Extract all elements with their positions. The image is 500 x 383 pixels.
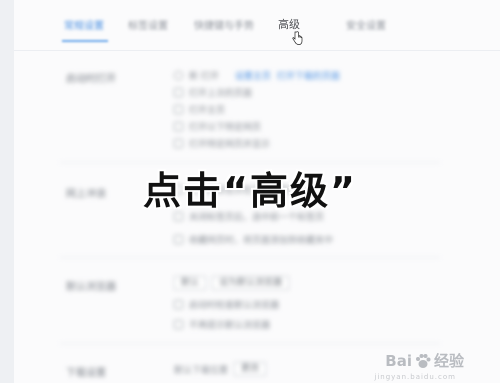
tutorial-caption: 点击“高级”: [143, 169, 357, 213]
checkbox[interactable]: [174, 122, 183, 131]
option-row[interactable]: 打开上次的页面: [174, 86, 252, 99]
option-label: 收藏网页时，将页面添加到收藏夹中: [189, 236, 334, 246]
download-path-value: 默认下载位置: [174, 365, 229, 376]
watermark-brand: Bai: [385, 351, 412, 370]
radio-button[interactable]: [174, 71, 183, 80]
tab-security[interactable]: 安全设置: [346, 17, 386, 32]
checkbox[interactable]: [174, 300, 183, 309]
option-row[interactable]: 不再提示默认浏览器: [174, 318, 270, 331]
settings-tab-bar: 常规设置 标签设置 快捷键与手势 安全设置: [14, 0, 500, 51]
browser-select[interactable]: 默认: [174, 276, 207, 290]
default-browser-controls: 默认 设为默认浏览器: [174, 276, 290, 290]
tab-tabs[interactable]: 标签设置: [128, 17, 168, 32]
download-controls: 默认下载位置 更改: [174, 362, 267, 376]
section-divider: [60, 257, 440, 258]
paw-logo-icon: [415, 353, 431, 368]
tab-advanced[interactable]: 高级: [278, 16, 300, 32]
link-set-homepage[interactable]: 设置主页: [235, 69, 271, 82]
tab-shortcuts[interactable]: 快捷键与手势: [194, 17, 254, 32]
option-label: 新 打开: [189, 72, 219, 82]
checkbox[interactable]: [174, 105, 183, 114]
option-row[interactable]: 打开以下特定网页: [174, 120, 261, 133]
option-label: 打开以下特定网页: [189, 123, 262, 133]
watermark-url: jingyan.baidu.com: [374, 373, 456, 381]
checkbox[interactable]: [174, 235, 183, 244]
hand-cursor-icon: [292, 31, 303, 45]
option-label: 不再提示默认浏览器: [189, 321, 271, 331]
checkbox[interactable]: [174, 320, 183, 329]
settings-window: 常规设置 标签设置 快捷键与手势 安全设置 高级 启动时打开 新 打开 设置主页…: [0, 0, 500, 383]
section-label-download: 下载设置: [66, 368, 106, 379]
option-row[interactable]: 收藏网页时，将页面添加到收藏夹中: [174, 233, 333, 246]
option-row[interactable]: 打开特定网页并显示: [174, 137, 270, 150]
set-default-button[interactable]: 设为默认浏览器: [212, 276, 290, 290]
section-divider: [60, 343, 440, 344]
option-label: 打开主页: [189, 106, 226, 116]
watermark-suffix: 经验: [433, 352, 464, 370]
change-download-button[interactable]: 更改: [234, 362, 267, 376]
option-label: 启动时检查默认浏览器: [189, 301, 280, 311]
section-label-default-browser: 默认浏览器: [66, 282, 116, 293]
checkbox[interactable]: [174, 139, 183, 148]
option-row[interactable]: 新 打开 设置主页 打开下载的页面: [174, 69, 340, 82]
link-open-downloaded[interactable]: 打开下载的页面: [277, 69, 340, 82]
active-tab-indicator: [62, 40, 108, 42]
section-label-startup: 启动时打开: [66, 74, 116, 85]
tab-general[interactable]: 常规设置: [64, 17, 104, 32]
option-label: 打开上次的页面: [189, 89, 253, 99]
settings-content: 启动时打开 新 打开 设置主页 打开下载的页面 打开上次的页面 打开主页 打开以…: [0, 50, 500, 383]
checkbox[interactable]: [174, 88, 183, 97]
option-row[interactable]: 打开主页: [174, 103, 225, 116]
watermark: Bai 经验: [385, 350, 464, 371]
option-row[interactable]: 启动时检查默认浏览器: [174, 298, 279, 311]
option-label: 打开特定网页并显示: [189, 140, 271, 150]
